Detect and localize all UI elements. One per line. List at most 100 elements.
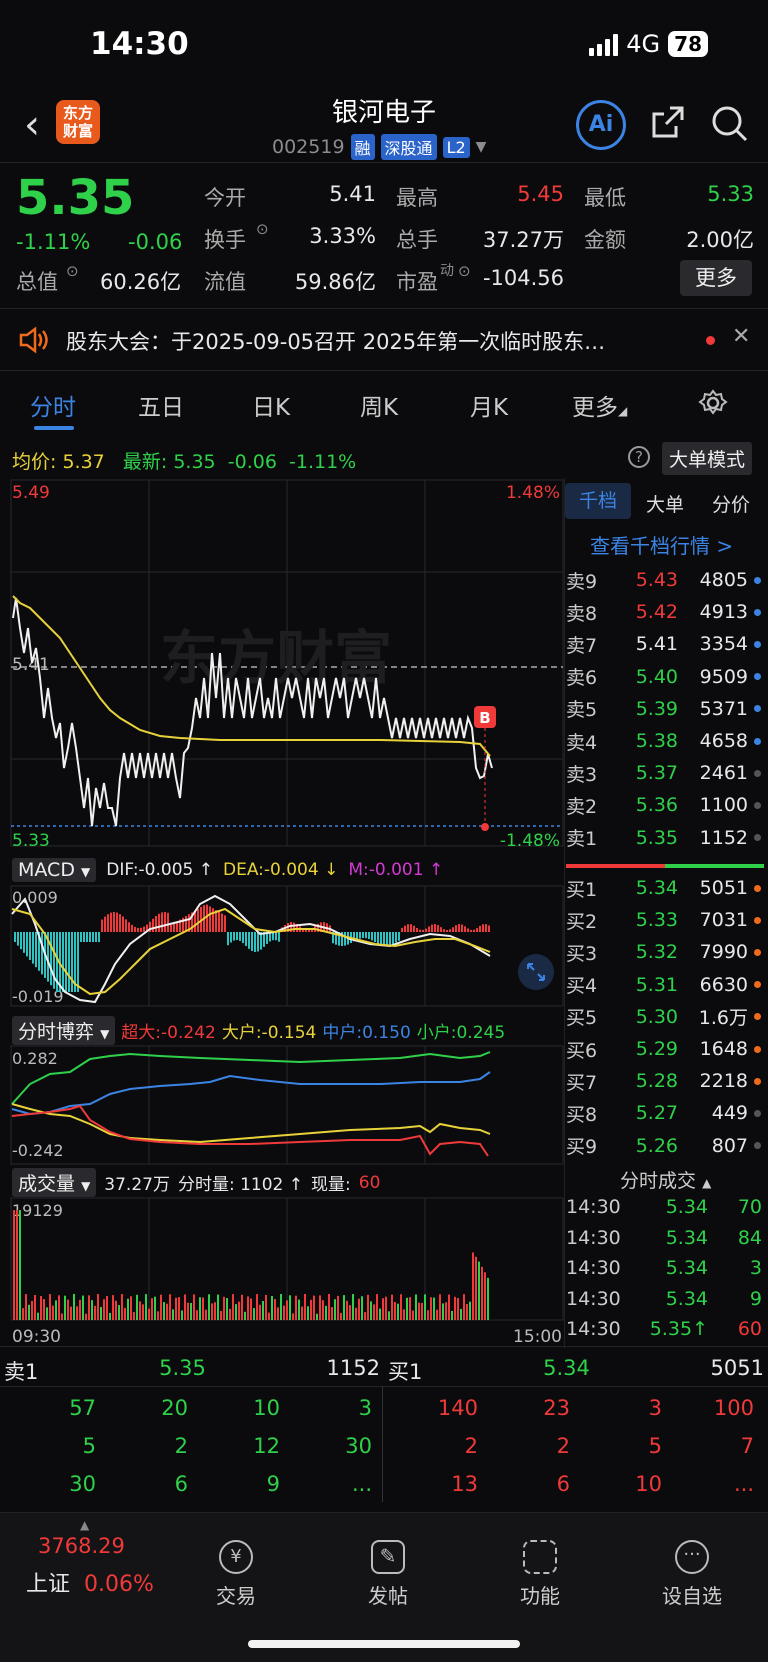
- game-mid: 中户:0.150: [322, 1023, 411, 1043]
- info-icon[interactable]: ⊙: [256, 220, 269, 238]
- tab-monthly-k[interactable]: 月K: [470, 388, 508, 422]
- bottom-ask-row: 卖1 5.35 1152: [4, 1356, 380, 1384]
- ask-queue-cell: 2: [174, 1434, 188, 1458]
- more-button[interactable]: 更多: [680, 260, 752, 296]
- expand-icon[interactable]: [518, 954, 554, 990]
- level-label: 卖2: [566, 795, 598, 818]
- level-volume: 1152: [699, 826, 748, 849]
- bid-level-row[interactable]: 买1 5.34 5051: [566, 872, 766, 904]
- game-small: 小户:0.245: [416, 1023, 506, 1043]
- tag-l2: L2: [442, 136, 470, 158]
- ask-level-row[interactable]: 卖2 5.36 1100: [566, 789, 766, 821]
- low-price-label: 5.33: [12, 831, 50, 848]
- game-selector[interactable]: 分时博弈 ▼: [12, 1016, 116, 1045]
- ask-level-row[interactable]: 卖7 5.41 3354: [566, 628, 766, 660]
- bid-level-row[interactable]: 买9 5.26 807: [566, 1130, 766, 1162]
- level-label: 卖8: [566, 602, 598, 625]
- share-icon[interactable]: [650, 104, 686, 144]
- close-icon[interactable]: ✕: [732, 324, 750, 349]
- bid-level-row[interactable]: 买8 5.27 449: [566, 1097, 766, 1129]
- level-volume: 5051: [699, 877, 748, 899]
- ai-button[interactable]: Ai: [576, 100, 626, 150]
- bid-level-row[interactable]: 买2 5.33 7031: [566, 904, 766, 936]
- tab-weekly-k[interactable]: 周K: [360, 388, 398, 422]
- bid-queue-cell: ...: [733, 1472, 754, 1496]
- bid-queue-cell: 100: [713, 1396, 754, 1420]
- index-widget[interactable]: 上证 0.06%: [26, 1566, 154, 1598]
- status-time: 14:30: [90, 26, 189, 62]
- ask-level-row[interactable]: 卖8 5.42 4913: [566, 596, 766, 628]
- volume-total: 37.27万: [104, 1175, 170, 1195]
- collapse-arrow-icon[interactable]: ▲: [80, 1518, 89, 1532]
- level-label: 买7: [566, 1071, 598, 1094]
- volume-bars: [13, 1210, 489, 1320]
- ask-level-row[interactable]: 卖1 5.35 1152: [566, 822, 766, 854]
- level-label: 买9: [566, 1136, 598, 1159]
- nav-post[interactable]: ✎ 发帖: [328, 1540, 448, 1609]
- game-super: 超大:-0.242: [121, 1023, 216, 1043]
- ask-level-row[interactable]: 卖5 5.39 5371: [566, 693, 766, 725]
- game-big: 大户:-0.154: [221, 1023, 317, 1043]
- stock-code: 002519: [272, 136, 345, 158]
- stock-subtitle[interactable]: 002519 融 深股通 L2 ▼: [272, 134, 486, 160]
- ask-level-row[interactable]: 卖9 5.43 4805: [566, 564, 766, 596]
- big-order-mode-button[interactable]: 大单模式: [662, 442, 753, 475]
- help-icon[interactable]: ?: [628, 446, 650, 468]
- nav-functions[interactable]: 功能: [480, 1540, 600, 1609]
- level-price: 5.29: [635, 1038, 678, 1060]
- tab-price-distribution[interactable]: 分价: [712, 490, 750, 517]
- volume-chart[interactable]: 19129 09:30 15:00: [0, 1196, 564, 1346]
- bid-level-row[interactable]: 买7 5.28 2218: [566, 1065, 766, 1097]
- intraday-price-chart[interactable]: 东方财富 5.49 5.41 5.33 1.48% -1.48% B: [0, 478, 564, 848]
- time-start-label: 09:30: [12, 1327, 61, 1346]
- mid-line: [11, 1071, 491, 1116]
- ask-queue-cell: 20: [161, 1396, 188, 1420]
- ask-level-row[interactable]: 卖4 5.38 4658: [566, 725, 766, 757]
- macd-chart[interactable]: 0.009 -0.019: [0, 884, 564, 1008]
- tab-more[interactable]: 更多◢: [572, 388, 627, 422]
- settings-gear-icon[interactable]: [698, 388, 728, 422]
- tick-row: 14:30 5.34 70: [566, 1196, 762, 1218]
- level-price: 5.38: [635, 730, 678, 752]
- bid-queue-cell: 5: [648, 1434, 662, 1458]
- nav-watchlist[interactable]: ··· 设自选: [632, 1540, 752, 1609]
- ticks-header[interactable]: 分时成交 ▲: [620, 1166, 711, 1193]
- tab-big-order[interactable]: 大单: [646, 490, 684, 517]
- bid-level-row[interactable]: 买5 5.30 1.6万: [566, 1001, 766, 1033]
- info-icon[interactable]: ⊙: [66, 262, 79, 280]
- macd-selector[interactable]: MACD ▼: [12, 858, 97, 882]
- level-label: 买6: [566, 1039, 598, 1062]
- bid-level-row[interactable]: 买4 5.31 6630: [566, 969, 766, 1001]
- level-volume: 6630: [699, 973, 748, 996]
- macd-m: M:-0.001 ↑: [348, 860, 444, 880]
- tab-five-day[interactable]: 五日: [138, 388, 184, 422]
- bid-level-row[interactable]: 买3 5.32 7990: [566, 936, 766, 968]
- macd-bottom-label: -0.019: [12, 987, 64, 1006]
- index-value[interactable]: 3768.29: [38, 1534, 125, 1558]
- high-price-label: 5.49: [12, 483, 50, 503]
- level-dot: [754, 1077, 761, 1085]
- home-indicator[interactable]: [248, 1640, 520, 1648]
- level-price: 5.33: [635, 909, 678, 932]
- ask-level-row[interactable]: 卖6 5.40 9509: [566, 661, 766, 693]
- notice-text[interactable]: 股东大会：于2025-09-05召开 2025年第一次临时股东…: [66, 326, 605, 356]
- ask-level-row[interactable]: 卖3 5.37 2461: [566, 757, 766, 789]
- bid-queue-cell: 23: [543, 1396, 570, 1420]
- bid-level-row[interactable]: 买6 5.29 1648: [566, 1033, 766, 1065]
- level-price: 5.27: [635, 1102, 678, 1125]
- chevron-down-icon: ▼: [475, 139, 487, 155]
- volume-selector[interactable]: 成交量 ▼: [12, 1168, 97, 1197]
- level-volume: 2461: [699, 762, 748, 785]
- view-depth-link[interactable]: 查看千档行情 >: [590, 530, 733, 559]
- level-volume: 4913: [699, 601, 748, 624]
- tab-intraday[interactable]: 分时: [30, 388, 76, 422]
- level-dot: [754, 673, 761, 681]
- low-pct-label: -1.48%: [500, 831, 560, 848]
- game-chart[interactable]: 0.282 -0.242: [0, 1044, 564, 1166]
- tab-qiandang[interactable]: 千档: [565, 483, 631, 519]
- tab-daily-k[interactable]: 日K: [252, 388, 290, 422]
- info-icon[interactable]: ⊙: [458, 262, 471, 280]
- search-icon[interactable]: [710, 104, 750, 148]
- nav-trade[interactable]: ¥ 交易: [176, 1540, 296, 1609]
- level-volume: 4805: [699, 569, 748, 591]
